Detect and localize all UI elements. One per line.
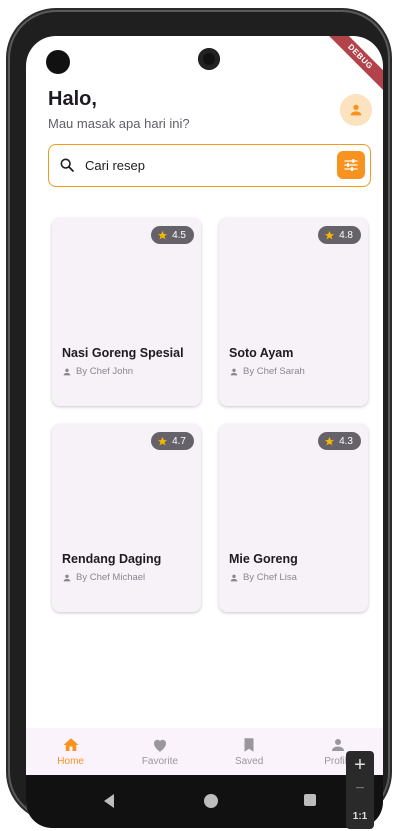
zoom-in-button[interactable]: +	[346, 755, 374, 775]
search-icon	[60, 158, 74, 172]
rating-badge: 4.7	[151, 432, 194, 450]
recent-apps-icon[interactable]	[304, 794, 316, 806]
camera-cutout	[46, 50, 70, 74]
recipe-card[interactable]: 4.3 Mie Goreng By Chef Lisa	[219, 424, 368, 612]
recipe-card[interactable]: 4.5 Nasi Goreng Spesial By Chef John	[52, 218, 201, 406]
app-screen: DEBUG Halo, Mau masak apa hari ini? Cari…	[26, 36, 383, 828]
recipe-author: By Chef Sarah	[229, 366, 305, 377]
rating-value: 4.5	[172, 229, 186, 241]
person-icon	[63, 574, 71, 581]
recipe-author: By Chef John	[62, 366, 133, 377]
recipe-author: By Chef Lisa	[229, 572, 297, 583]
front-camera	[198, 48, 220, 70]
person-icon	[63, 368, 71, 375]
person-icon	[332, 739, 345, 751]
search-bar	[48, 144, 371, 187]
recipe-author-label: By Chef Lisa	[243, 572, 297, 583]
recipe-author: By Chef Michael	[62, 572, 145, 583]
zoom-out-button[interactable]: −	[346, 781, 374, 797]
zoom-reset-button[interactable]: 1:1	[346, 811, 374, 822]
debug-banner: DEBUG	[323, 36, 383, 94]
rating-badge: 4.8	[318, 226, 361, 244]
filter-button[interactable]	[337, 151, 365, 179]
device-frame: DEBUG Halo, Mau masak apa hari ini? Cari…	[10, 12, 388, 828]
person-icon	[230, 368, 238, 375]
recipe-title: Nasi Goreng Spesial	[62, 346, 184, 360]
star-icon	[158, 230, 168, 239]
tune-icon	[344, 159, 358, 171]
recipe-author-label: By Chef Michael	[76, 572, 146, 583]
recipe-card[interactable]: 4.7 Rendang Daging By Chef Michael	[52, 424, 201, 612]
rating-badge: 4.3	[318, 432, 361, 450]
rating-value: 4.8	[339, 229, 353, 241]
rating-value: 4.7	[172, 435, 186, 447]
greeting-subtitle: Mau masak apa hari ini?	[48, 116, 190, 131]
recipe-author-label: By Chef John	[76, 366, 134, 377]
star-icon	[158, 436, 168, 445]
star-icon	[325, 230, 335, 239]
home-circle-icon[interactable]	[204, 794, 218, 808]
nav-label-saved: Saved	[234, 756, 264, 767]
bottom-navigation: Home Favorite Saved Profile	[26, 728, 383, 775]
bookmark-icon	[244, 738, 254, 752]
person-icon	[230, 574, 238, 581]
nav-item-saved[interactable]: Saved	[205, 728, 294, 775]
recipe-card[interactable]: 4.8 Soto Ayam By Chef Sarah	[219, 218, 368, 406]
profile-avatar[interactable]	[340, 94, 372, 126]
nav-item-home[interactable]: Home	[26, 728, 115, 775]
rating-value: 4.3	[339, 435, 353, 447]
recipe-title: Rendang Daging	[62, 552, 162, 566]
nav-label-favorite: Favorite	[141, 756, 178, 767]
greeting-title: Halo,	[48, 88, 97, 110]
back-icon[interactable]	[102, 793, 116, 809]
rating-badge: 4.5	[151, 226, 194, 244]
recipe-author-label: By Chef Sarah	[243, 366, 305, 377]
person-icon	[350, 104, 362, 116]
heart-icon	[153, 739, 166, 752]
system-navigation-bar	[26, 775, 383, 828]
recipe-title: Soto Ayam	[229, 346, 294, 360]
search-input[interactable]	[85, 155, 325, 175]
nav-item-favorite[interactable]: Favorite	[115, 728, 204, 775]
nav-label-home: Home	[57, 756, 84, 767]
recipe-title: Mie Goreng	[229, 552, 298, 566]
zoom-control: + − 1:1	[346, 751, 374, 829]
star-icon	[325, 436, 335, 445]
home-icon	[63, 738, 79, 751]
